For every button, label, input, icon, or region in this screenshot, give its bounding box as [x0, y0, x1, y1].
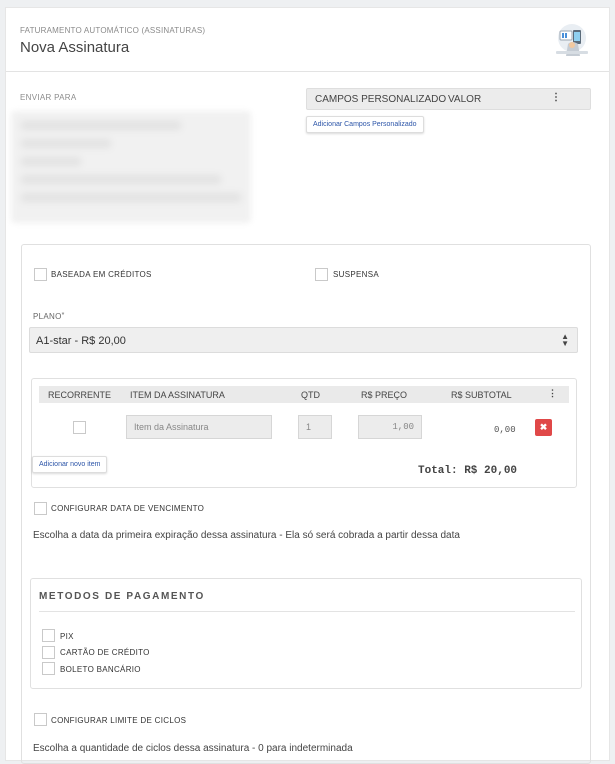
boleto-checkbox[interactable] — [42, 662, 55, 675]
delete-item-button[interactable]: ✖ — [535, 419, 552, 436]
due-date-description: Escolha a data da primeira expiração des… — [33, 530, 460, 541]
page-subtitle: FATURAMENTO AUTOMÁTICO (ASSINATURAS) — [20, 26, 206, 35]
credits-label: BASEADA EM CRÉDITOS — [51, 270, 152, 279]
add-custom-field-button[interactable]: Adicionar Campos Personalizado — [306, 116, 424, 133]
custom-fields-col-name: CAMPOS PERSONALIZADO — [315, 94, 447, 105]
page-header: FATURAMENTO AUTOMÁTICO (ASSINATURAS) Nov… — [6, 8, 609, 72]
select-arrows-icon: ▲ ▼ — [561, 332, 569, 348]
subscription-details-section: BASEADA EM CRÉDITOS SUSPENSA PLANO* A1-s… — [21, 244, 591, 764]
plan-selected-value: A1-star - R$ 20,00 — [36, 335, 126, 347]
payment-methods-box: METODOS DE PAGAMENTO PIX CARTÃO DE CRÉDI… — [30, 578, 582, 689]
new-subscription-card: FATURAMENTO AUTOMÁTICO (ASSINATURAS) Nov… — [5, 7, 610, 764]
add-item-button[interactable]: Adicionar novo item — [32, 456, 108, 473]
pix-label: PIX — [60, 632, 74, 641]
send-to-label: ENVIAR PARA — [20, 93, 77, 102]
recipient-redacted — [11, 111, 251, 223]
boleto-label: BOLETO BANCÁRIO — [60, 665, 141, 674]
credit-card-checkbox[interactable] — [42, 646, 55, 659]
col-subtotal: R$ SUBTOTAL — [451, 390, 512, 400]
custom-fields-header: CAMPOS PERSONALIZADO VALOR ⋮ — [306, 88, 591, 110]
cycle-limit-description: Escolha a quantidade de ciclos dessa ass… — [33, 743, 353, 754]
billing-illustration-icon — [556, 24, 588, 56]
page-title: Nova Assinatura — [20, 39, 130, 56]
col-qty: QTD — [301, 390, 320, 400]
col-price: R$ PREÇO — [361, 390, 408, 400]
pix-checkbox[interactable] — [42, 629, 55, 642]
item-input[interactable]: Item da Assinatura — [126, 415, 272, 439]
cycle-limit-checkbox[interactable] — [34, 713, 47, 726]
subscription-items-table: RECORRENTE ITEM DA ASSINATURA QTD R$ PRE… — [31, 378, 577, 488]
items-table-header: RECORRENTE ITEM DA ASSINATURA QTD R$ PRE… — [39, 386, 569, 403]
col-recurring: RECORRENTE — [48, 390, 112, 400]
credits-checkbox[interactable] — [34, 268, 47, 281]
credit-card-label: CARTÃO DE CRÉDITO — [60, 648, 150, 657]
total-amount: Total: R$ 20,00 — [418, 465, 518, 477]
cycle-limit-label: CONFIGURAR LIMITE DE CICLOS — [51, 716, 187, 725]
due-date-label: CONFIGURAR DATA DE VENCIMENTO — [51, 504, 205, 513]
suspended-label: SUSPENSA — [333, 270, 379, 279]
row-subtotal: 0,00 — [494, 425, 516, 435]
qty-input[interactable]: 1 — [298, 415, 332, 439]
custom-fields-menu-icon[interactable]: ⋮ — [551, 92, 561, 103]
custom-fields-col-value: VALOR — [448, 94, 482, 105]
items-menu-icon[interactable]: ⋮ — [548, 388, 557, 399]
suspended-checkbox[interactable] — [315, 268, 328, 281]
divider — [39, 611, 575, 612]
plan-label: PLANO* — [33, 312, 65, 321]
price-input[interactable]: 1,00 — [358, 415, 422, 439]
plan-select[interactable]: A1-star - R$ 20,00 ▲ ▼ — [29, 327, 578, 353]
due-date-checkbox[interactable] — [34, 502, 47, 515]
recurring-checkbox[interactable] — [73, 421, 86, 434]
payment-methods-title: METODOS DE PAGAMENTO — [39, 591, 205, 602]
col-item: ITEM DA ASSINATURA — [130, 390, 225, 400]
